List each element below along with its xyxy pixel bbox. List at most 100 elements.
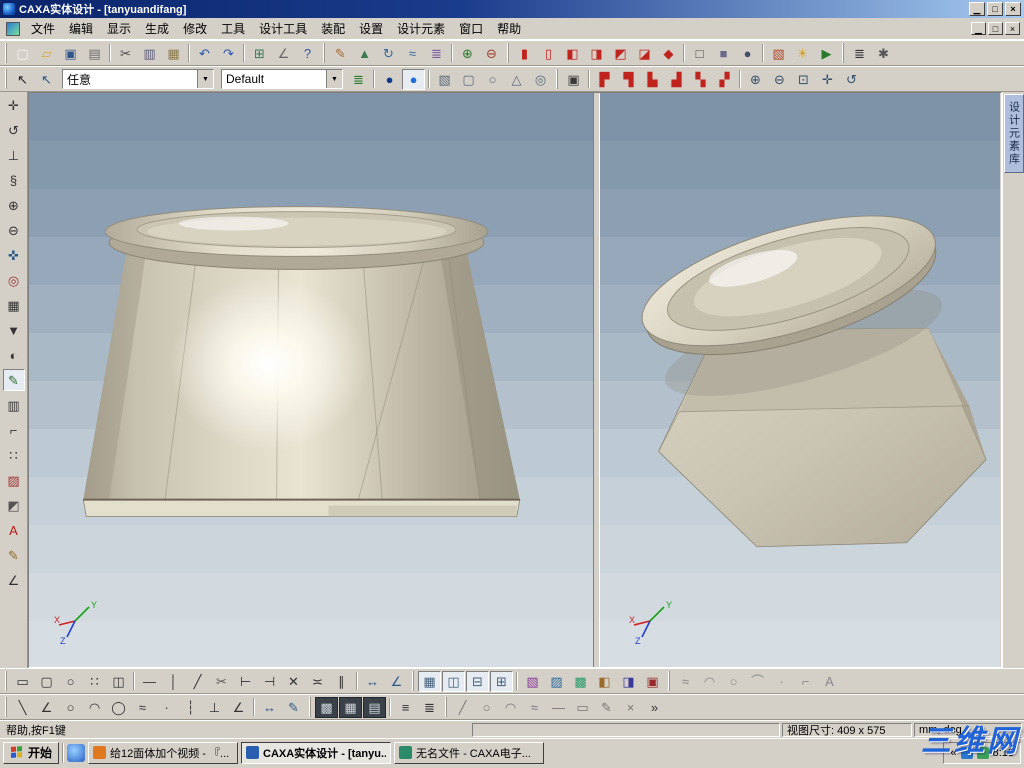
design-library-tab[interactable]: 设计元素库 — [1003, 94, 1024, 173]
toolbar-grip[interactable] — [445, 697, 447, 717]
close-button[interactable]: × — [1005, 2, 1021, 16]
render-scene-icon[interactable]: ▣ — [562, 69, 585, 90]
box-primitive-icon[interactable]: ▧ — [433, 69, 456, 90]
polyline-2d-icon[interactable]: ∠ — [35, 697, 58, 718]
line-v-icon[interactable]: │ — [162, 671, 185, 692]
view-top-icon[interactable]: ◩ — [609, 43, 632, 64]
pencil-tool-icon[interactable]: ✎ — [3, 544, 25, 566]
sphere-primitive-icon[interactable]: ○ — [481, 69, 504, 90]
view-pane-left[interactable]: X Y Z — [29, 93, 594, 667]
revolve-feature-icon[interactable]: ↻ — [377, 43, 400, 64]
point-2d-icon[interactable]: · — [155, 697, 178, 718]
palette-tool-icon[interactable]: ◩ — [3, 494, 25, 516]
edit-surface-icon[interactable]: ✎ — [2, 369, 25, 391]
corner2-tool-icon[interactable]: ⌐ — [794, 671, 817, 692]
cone-primitive-icon[interactable]: △ — [505, 69, 528, 90]
redo-icon[interactable]: ↷ — [217, 43, 240, 64]
view-corner-sw-icon[interactable]: ▙ — [641, 69, 664, 90]
letter-tool-icon[interactable]: A — [818, 671, 841, 692]
display-shaded-icon[interactable]: ■ — [712, 43, 735, 64]
menu-item[interactable]: 设置 — [352, 18, 390, 39]
view-corner-se-icon[interactable]: ▟ — [665, 69, 688, 90]
toolbar-grip[interactable] — [507, 43, 509, 63]
menu-item[interactable]: 修改 — [176, 18, 214, 39]
offset-icon[interactable]: ≍ — [306, 671, 329, 692]
loft-feature-icon[interactable]: ≣ — [425, 43, 448, 64]
view-layout-quad-icon[interactable]: ⊞ — [490, 670, 513, 692]
menu-item[interactable]: 生成 — [138, 18, 176, 39]
rotate-tool-icon[interactable]: ↺ — [3, 119, 25, 141]
zoom-out-tool-icon[interactable]: ⊖ — [3, 219, 25, 241]
tray-icon[interactable] — [976, 746, 989, 759]
tray-collapse-icon[interactable]: « — [950, 747, 956, 759]
circle-2d-icon[interactable]: ○ — [59, 697, 82, 718]
camera-tool-icon[interactable]: ▦ — [3, 294, 25, 316]
annotate-icon[interactable]: ✎ — [282, 697, 305, 718]
props-list-icon[interactable]: ≣ — [418, 697, 441, 718]
measure-icon[interactable]: ∠ — [272, 43, 295, 64]
grid-array-icon[interactable]: ∷ — [83, 671, 106, 692]
arc-tool-icon[interactable]: ◠ — [698, 671, 721, 692]
circle-sketch-icon[interactable]: ○ — [59, 671, 82, 692]
grid-icon[interactable]: ⊞ — [248, 43, 271, 64]
toolbar-more-icon[interactable]: » — [643, 697, 666, 718]
toolbar-grip[interactable] — [5, 671, 7, 691]
chevron-down-icon[interactable]: ▼ — [326, 70, 342, 88]
angle-constraint-icon[interactable]: ∠ — [227, 697, 250, 718]
render-mode-icon[interactable]: ◐ — [3, 344, 25, 366]
material-dark-blue-icon[interactable]: ● — [378, 69, 401, 90]
pan-view-icon[interactable]: ✛ — [816, 69, 839, 90]
mdi-close-button[interactable]: × — [1005, 22, 1020, 35]
material-blue-icon[interactable]: ● — [402, 68, 425, 90]
view-layout-two-h-icon[interactable]: ⊟ — [466, 670, 489, 692]
sketch-edit-icon[interactable]: ✎ — [595, 697, 618, 718]
intersect-icon[interactable]: ✕ — [282, 671, 305, 692]
open-file-icon[interactable]: ▱ — [35, 43, 58, 64]
point-tool-icon[interactable]: · — [770, 671, 793, 692]
undo-icon[interactable]: ↶ — [193, 43, 216, 64]
quick-launch-icon[interactable] — [67, 743, 86, 762]
view-left-icon[interactable]: ◧ — [561, 43, 584, 64]
dim-2d-icon[interactable]: ↔ — [258, 697, 281, 718]
viewport-split-icon[interactable]: ◨ — [617, 671, 640, 692]
ref-line-icon[interactable]: ┆ — [179, 697, 202, 718]
sweep-feature-icon[interactable]: ≈ — [401, 43, 424, 64]
circle-tool-icon[interactable]: ○ — [722, 671, 745, 692]
spline-2d-icon[interactable]: ≈ — [131, 697, 154, 718]
viewport-close-icon[interactable]: ▣ — [641, 671, 664, 692]
sketch-2d-icon[interactable]: ✎ — [329, 43, 352, 64]
cut-icon[interactable]: ✂ — [114, 43, 137, 64]
view-bottom-icon[interactable]: ◪ — [633, 43, 656, 64]
target-point-icon[interactable]: ◎ — [3, 269, 25, 291]
view-layout-one-icon[interactable]: ▦ — [418, 670, 441, 692]
settings-icon[interactable]: ✱ — [872, 43, 895, 64]
design-tree-icon[interactable]: ≣ — [848, 43, 871, 64]
minimize-button[interactable]: ▁ — [969, 2, 985, 16]
light-icon[interactable]: ☀ — [791, 43, 814, 64]
animation-icon[interactable]: ▶ — [815, 43, 838, 64]
torus-primitive-icon[interactable]: ◎ — [529, 69, 552, 90]
view-iso-icon[interactable]: ◆ — [657, 43, 680, 64]
menu-item[interactable]: 窗口 — [452, 18, 490, 39]
menu-item[interactable]: 工具 — [214, 18, 252, 39]
design-element-tree-icon[interactable]: ≣ — [347, 69, 370, 90]
view-corner-nw-icon[interactable]: ▛ — [593, 69, 616, 90]
view-layout-two-v-icon[interactable]: ◫ — [442, 670, 465, 692]
break-icon[interactable]: ⊣ — [258, 671, 281, 692]
extrude-feature-icon[interactable]: ▲ — [353, 43, 376, 64]
style-combo[interactable]: Default ▼ — [221, 69, 343, 89]
viewport-lock-icon[interactable]: ▩ — [569, 671, 592, 692]
mdi-minimize-button[interactable]: ▁ — [971, 22, 986, 35]
rounded-rect-icon[interactable]: ▢ — [35, 671, 58, 692]
display-wireframe-icon[interactable]: □ — [688, 43, 711, 64]
view-back-icon[interactable]: ▯ — [537, 43, 560, 64]
toolbar-grip[interactable] — [309, 697, 311, 717]
spring-tool-icon[interactable]: § — [3, 169, 25, 191]
cylinder-primitive-icon[interactable]: ▢ — [457, 69, 480, 90]
sketch-circle-icon[interactable]: ○ — [475, 697, 498, 718]
view-pane-right[interactable]: X Y Z — [599, 93, 1000, 667]
zoom-in-tool-icon[interactable]: ⊕ — [3, 194, 25, 216]
toolbar-grip[interactable] — [5, 697, 7, 717]
render-bg-1-icon[interactable]: ▩ — [315, 696, 338, 718]
toolbar-grip[interactable] — [668, 671, 670, 691]
